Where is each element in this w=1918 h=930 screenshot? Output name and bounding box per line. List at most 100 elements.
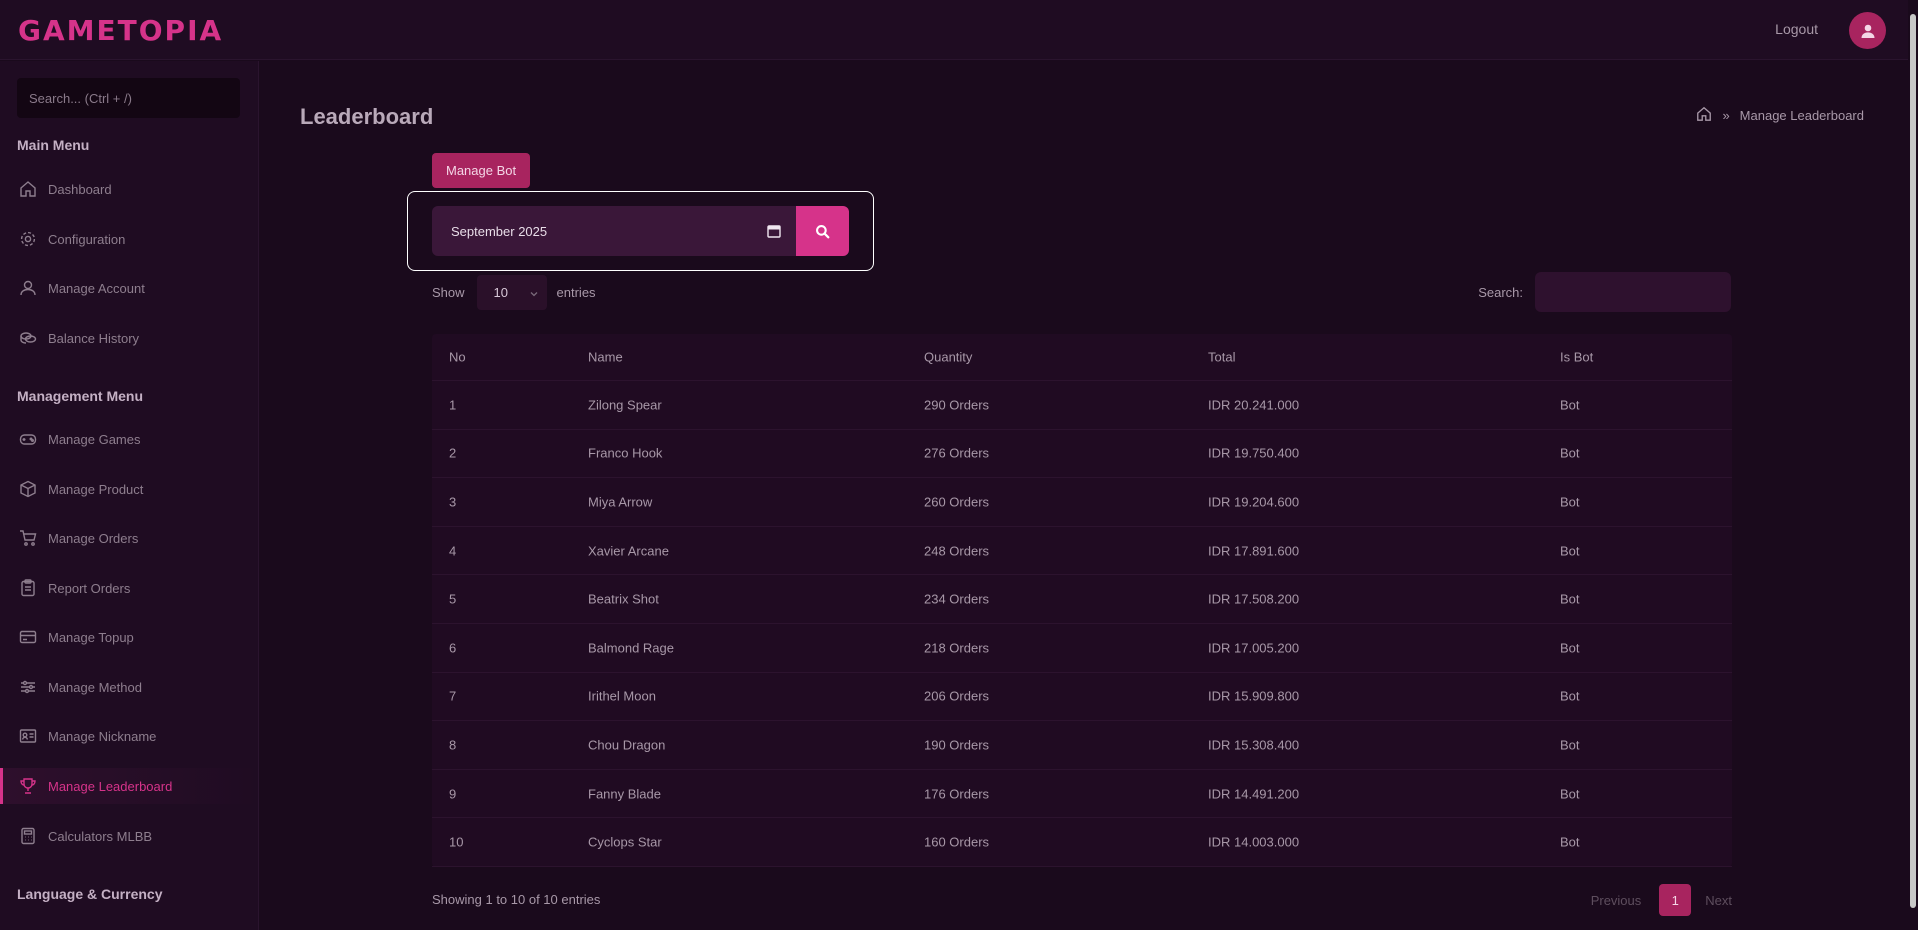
avatar[interactable] [1849, 12, 1886, 49]
sidebar-item-manage-nickname[interactable]: Manage Nickname [0, 718, 258, 754]
sidebar-item-label: Dashboard [48, 181, 112, 197]
chevron-down-icon [529, 287, 539, 302]
entries-length-control: Show 10 entries [432, 275, 596, 310]
sidebar-item-configuration[interactable]: Configuration [0, 221, 258, 257]
cell-total: IDR 17.005.200 [1208, 640, 1300, 656]
month-picker-value: September 2025 [451, 223, 548, 239]
top-bar: GAMETOPIA Logout [0, 0, 1918, 60]
cell-total: IDR 14.003.000 [1208, 834, 1300, 850]
sidebar-item-manage-leaderboard[interactable]: Manage Leaderboard [0, 768, 258, 804]
sidebar-item-label: Manage Topup [48, 629, 134, 645]
user-icon [18, 278, 38, 298]
cell-is-bot: Bot [1560, 591, 1580, 607]
cell-name: Xavier Arcane [588, 543, 669, 559]
column-header-quantity[interactable]: Quantity [924, 350, 972, 365]
sidebar: Main Menu Dashboard Configuration Manage… [0, 61, 259, 930]
sidebar-item-manage-account[interactable]: Manage Account [0, 270, 258, 306]
sidebar-item-label: Balance History [48, 330, 140, 346]
search-label: Search: [1478, 284, 1523, 300]
column-header-no[interactable]: No [449, 350, 466, 365]
trophy-icon [18, 776, 38, 796]
sidebar-item-dashboard[interactable]: Dashboard [0, 171, 258, 207]
sidebar-item-calculators-mlbb[interactable]: Calculators MLBB [0, 818, 258, 854]
cell-no: 4 [449, 543, 457, 559]
table-row: 8 Chou Dragon 190 Orders IDR 15.308.400 Bot [432, 721, 1732, 770]
home-icon[interactable] [1696, 106, 1712, 125]
home-icon [18, 179, 38, 199]
cell-total: IDR 19.204.600 [1208, 494, 1300, 510]
sidebar-item-label: Calculators MLBB [48, 828, 153, 844]
box-icon [18, 479, 38, 499]
scrollbar-thumb[interactable] [1910, 14, 1916, 908]
cell-quantity: 218 Orders [924, 640, 990, 656]
entries-select[interactable]: 10 [476, 275, 547, 310]
page-1-button[interactable]: 1 [1659, 884, 1692, 916]
cell-quantity: 234 Orders [924, 591, 990, 607]
column-header-is-bot[interactable]: Is Bot [1560, 350, 1593, 365]
logout-link[interactable]: Logout [1775, 21, 1818, 37]
clipboard-icon [18, 578, 38, 598]
manage-bot-button[interactable]: Manage Bot [432, 153, 531, 188]
search-icon [816, 224, 830, 238]
pagination: Previous 1 Next [1591, 884, 1732, 916]
sidebar-item-manage-games[interactable]: Manage Games [0, 421, 258, 457]
sidebar-item-label: Report Orders [48, 580, 131, 596]
cell-quantity: 248 Orders [924, 543, 990, 559]
cell-name: Fanny Blade [588, 786, 661, 802]
id-card-icon [18, 726, 38, 746]
cell-name: Franco Hook [588, 445, 663, 461]
entries-label: entries [556, 285, 596, 300]
sidebar-item-manage-product[interactable]: Manage Product [0, 471, 258, 507]
main-menu-heading: Main Menu [17, 137, 90, 153]
cell-total: IDR 20.241.000 [1208, 397, 1300, 413]
table-header-row: No Name Quantity Total Is Bot [432, 334, 1732, 381]
next-page-button[interactable]: Next [1705, 893, 1732, 908]
table-search-input[interactable] [1535, 272, 1731, 312]
sidebar-item-label: Manage Method [48, 679, 142, 695]
cell-is-bot: Bot [1560, 494, 1580, 510]
card-icon [18, 627, 38, 647]
cell-is-bot: Bot [1560, 834, 1580, 850]
cell-is-bot: Bot [1560, 737, 1580, 753]
cell-total: IDR 15.909.800 [1208, 688, 1300, 704]
breadcrumb-current: Manage Leaderboard [1739, 108, 1864, 123]
cell-quantity: 290 Orders [924, 397, 990, 413]
column-header-name[interactable]: Name [588, 350, 623, 365]
page-scrollbar[interactable] [1908, 0, 1918, 930]
cell-total: IDR 15.308.400 [1208, 737, 1300, 753]
sidebar-item-manage-method[interactable]: Manage Method [0, 669, 258, 705]
sidebar-item-label: Manage Leaderboard [48, 778, 173, 794]
sidebar-item-manage-orders[interactable]: Manage Orders [0, 520, 258, 556]
sidebar-search-input[interactable] [17, 78, 240, 118]
table-row: 4 Xavier Arcane 248 Orders IDR 17.891.600 Bo… [432, 527, 1732, 576]
page-title: Leaderboard [300, 104, 434, 129]
cart-icon [18, 528, 38, 548]
entries-select-value: 10 [493, 285, 508, 300]
double-chevron-right-icon: » [1722, 108, 1730, 123]
cell-name: Miya Arrow [588, 494, 653, 510]
sidebar-item-manage-topup[interactable]: Manage Topup [0, 619, 258, 655]
month-picker-input[interactable]: September 2025 [432, 206, 797, 256]
cell-is-bot: Bot [1560, 397, 1580, 413]
cell-quantity: 160 Orders [924, 834, 990, 850]
calendar-icon[interactable] [767, 224, 781, 241]
sidebar-item-label: Manage Nickname [48, 728, 157, 744]
cell-total: IDR 19.750.400 [1208, 445, 1300, 461]
sidebar-item-report-orders[interactable]: Report Orders [0, 570, 258, 606]
show-label: Show [432, 285, 465, 300]
cell-no: 3 [449, 494, 457, 510]
table-row: 5 Beatrix Shot 234 Orders IDR 17.508.200 Bot [432, 575, 1732, 624]
previous-page-button[interactable]: Previous [1591, 893, 1642, 908]
table-body: 1 Zilong Spear 290 Orders IDR 20.241.000 Bot… [432, 381, 1732, 867]
cell-name: Irithel Moon [588, 688, 656, 704]
cell-no: 2 [449, 445, 457, 461]
table-row: 6 Balmond Rage 218 Orders IDR 17.005.200 Bot [432, 624, 1732, 673]
column-header-total[interactable]: Total [1208, 350, 1235, 365]
calculator-icon [18, 826, 38, 846]
app-logo[interactable]: GAMETOPIA [18, 14, 223, 47]
breadcrumb: » Manage Leaderboard [1696, 106, 1864, 125]
search-button[interactable] [796, 206, 849, 256]
cell-name: Zilong Spear [588, 397, 662, 413]
cell-name: Balmond Rage [588, 640, 674, 656]
sidebar-item-balance-history[interactable]: Balance History [0, 320, 258, 356]
